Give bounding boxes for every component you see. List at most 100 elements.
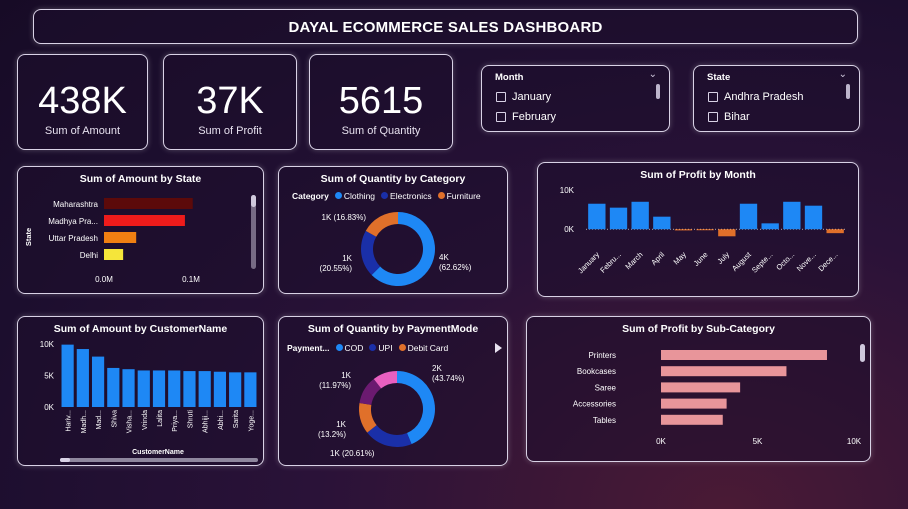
bar-label: Delhi <box>80 251 98 260</box>
checkbox[interactable] <box>496 92 506 102</box>
chart-svg: State Maharashtra Madhya Pra... Uttar Prad… <box>24 198 200 284</box>
data-label: 2K <box>432 364 442 373</box>
chart-svg: 2K(43.74%)1K (20.61%)1K(13.2%)1K(11.97%) <box>318 364 465 458</box>
bar-label: Madhya Pra... <box>48 217 98 226</box>
x-tick-label: May <box>672 250 689 267</box>
data-label: (43.74%) <box>432 374 465 383</box>
data-label: (20.55%) <box>320 264 353 273</box>
bar-label: Accessories <box>573 400 616 409</box>
data-label: (11.97%) <box>319 381 351 390</box>
slicer-title: State <box>707 72 731 83</box>
x-tick-label: 0.0M <box>95 275 113 284</box>
y-axis-label: State <box>24 228 33 246</box>
chevron-down-icon[interactable]: ⌄ <box>649 69 657 80</box>
data-label: 1K (16.83%) <box>322 213 367 222</box>
x-tick-label: 10K <box>847 437 862 446</box>
x-tick-label: Febru... <box>598 250 623 275</box>
bar <box>104 232 137 243</box>
scrollbar-thumb[interactable] <box>251 195 256 207</box>
x-tick-label: 0.1M <box>182 275 200 284</box>
data-label: 4K <box>439 253 449 262</box>
slicer-item-label: Andhra Pradesh <box>724 91 804 103</box>
kpi-value: 438K <box>38 80 127 122</box>
chart-svg: Printers Bookcases Saree Accessories Tables 0… <box>573 350 862 446</box>
x-tick-label: June <box>692 250 710 268</box>
slicer-title: Month <box>495 72 524 83</box>
y-tick-label: 0K <box>44 403 54 412</box>
bar <box>104 249 124 260</box>
bar <box>761 223 779 230</box>
data-label: 1K <box>341 371 351 380</box>
bar <box>826 229 844 234</box>
chart-quantity-by-category[interactable]: Sum of Quantity by Category Category Clo… <box>278 166 508 294</box>
chart-amount-by-state[interactable]: Sum of Amount by State State Maharashtra… <box>17 166 264 294</box>
bar <box>661 350 827 360</box>
y-tick-label: 5K <box>44 372 54 381</box>
bar <box>804 205 823 230</box>
payment-slice <box>367 425 412 447</box>
x-tick-label: Madh... <box>81 410 88 433</box>
kpi-card-amount[interactable]: 438K Sum of Amount <box>17 54 148 150</box>
scrollbar-thumb[interactable] <box>60 458 70 462</box>
slicer-item-february[interactable]: February <box>496 111 556 123</box>
slicer-item-january[interactable]: January <box>496 91 551 103</box>
bar-label: Tables <box>593 416 616 425</box>
x-tick-label: Visha... <box>127 410 134 433</box>
y-tick-label: 10K <box>40 340 55 349</box>
bar <box>739 203 758 230</box>
chart-amount-by-customer[interactable]: Sum of Amount by CustomerName CustomerNa… <box>17 316 264 466</box>
slicer-item-andhra-pradesh[interactable]: Andhra Pradesh <box>708 91 804 103</box>
y-tick-label: 0K <box>564 225 574 234</box>
slicer-scrollbar[interactable] <box>656 84 660 99</box>
kpi-card-profit[interactable]: 37K Sum of Profit <box>163 54 297 150</box>
month-slicer[interactable]: Month ⌄ January February <box>481 65 670 132</box>
bar-label: Maharashtra <box>53 200 98 209</box>
x-tick-label: Hariv... <box>66 410 73 432</box>
slicer-scrollbar[interactable] <box>846 84 850 99</box>
bar <box>783 201 801 230</box>
x-tick-label: Dece... <box>816 250 839 273</box>
chart-svg: CustomerName 10K 5K 0K Hariv... Madh... Mad..… <box>40 340 258 462</box>
chart-profit-by-subcategory[interactable]: Sum of Profit by Sub-Category Printers Bo… <box>526 316 871 462</box>
bar <box>76 349 89 407</box>
x-tick-label: Shruti <box>187 410 194 429</box>
kpi-card-quantity[interactable]: 5615 Sum of Quantity <box>309 54 453 150</box>
checkbox[interactable] <box>708 112 718 122</box>
x-tick-label: Sarita <box>233 410 240 428</box>
state-slicer[interactable]: State ⌄ Andhra Pradesh Bihar <box>693 65 860 132</box>
bar <box>661 414 723 425</box>
x-tick-label: Vrinda <box>142 410 149 430</box>
bar <box>122 369 135 407</box>
kpi-label: Sum of Profit <box>198 125 262 137</box>
x-tick-label: March <box>623 250 644 271</box>
x-tick-label: Shiva <box>111 410 118 428</box>
scrollbar-track[interactable] <box>60 458 258 462</box>
chart-quantity-by-paymentmode[interactable]: Sum of Quantity by PaymentMode Payment..… <box>278 316 508 466</box>
kpi-value: 37K <box>196 80 264 122</box>
chevron-down-icon[interactable]: ⌄ <box>839 69 847 80</box>
bar <box>661 382 741 393</box>
checkbox[interactable] <box>496 112 506 122</box>
bar <box>661 398 727 409</box>
dashboard-title-bar: DAYAL ECOMMERCE SALES DASHBOARD <box>33 9 858 44</box>
x-axis-label: CustomerName <box>132 449 184 456</box>
bar <box>183 371 196 407</box>
scrollbar-thumb[interactable] <box>860 344 865 362</box>
slicer-item-label: February <box>512 111 557 123</box>
bar <box>107 367 120 407</box>
data-label: (62.62%) <box>439 263 472 272</box>
x-tick-label: Lalita <box>157 410 164 427</box>
bar <box>718 229 736 237</box>
bar <box>653 216 671 230</box>
kpi-label: Sum of Quantity <box>341 125 421 137</box>
chart-profit-by-month[interactable]: Sum of Profit by Month 10K 0K January Febru… <box>537 162 859 297</box>
bar <box>244 372 257 407</box>
bar-label: Printers <box>588 351 616 360</box>
x-tick-label: Priya... <box>172 410 179 432</box>
checkbox[interactable] <box>708 92 718 102</box>
bar <box>152 370 166 407</box>
bar <box>61 344 74 407</box>
bar <box>137 370 150 407</box>
slicer-item-bihar[interactable]: Bihar <box>708 111 750 123</box>
payment-slice <box>397 371 436 445</box>
